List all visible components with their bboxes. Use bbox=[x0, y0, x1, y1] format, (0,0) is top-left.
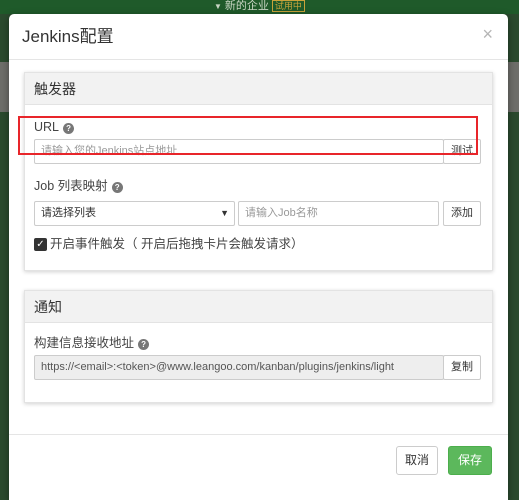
dropdown-caret-icon: ▼ bbox=[220, 208, 229, 218]
job-label-row: Job 列表映射? bbox=[34, 179, 123, 193]
build-url-label-row: 构建信息接收地址? bbox=[34, 336, 150, 350]
url-highlight-box bbox=[18, 116, 478, 155]
add-button[interactable]: 添加 bbox=[443, 201, 481, 226]
help-icon[interactable]: ? bbox=[111, 182, 123, 193]
trigger-panel-heading: 触发器 bbox=[25, 73, 492, 105]
footer-divider bbox=[9, 434, 508, 435]
enterprise-switcher: ▼ 新的企业 试用中 bbox=[214, 0, 305, 13]
save-button[interactable]: 保存 bbox=[448, 446, 492, 475]
copy-button[interactable]: 复制 bbox=[443, 355, 481, 380]
cancel-button[interactable]: 取消 bbox=[396, 446, 438, 475]
trial-badge: 试用中 bbox=[271, 0, 305, 12]
background-top-bar: ▼ 新的企业 试用中 bbox=[0, 0, 519, 14]
caret-down-icon: ▼ bbox=[214, 2, 222, 11]
build-url-label: 构建信息接收地址 bbox=[34, 336, 135, 350]
build-url-field[interactable]: https://<email>:<token>@www.leangoo.com/… bbox=[34, 355, 444, 380]
event-trigger-label: 开启事件触发（ 开启后拖拽卡片会触发请求） bbox=[50, 237, 304, 251]
notify-panel-heading: 通知 bbox=[25, 291, 492, 323]
event-trigger-checkbox[interactable]: ✓ bbox=[34, 238, 47, 251]
list-select-value: 请选择列表 bbox=[41, 207, 96, 219]
jenkins-config-modal: Jenkins配置 × 触发器 URL? 请输入您的Jenkins站点地址 测试… bbox=[9, 14, 508, 500]
notify-panel: 通知 构建信息接收地址? https://<email>:<token>@www… bbox=[24, 290, 493, 403]
trigger-panel: 触发器 URL? 请输入您的Jenkins站点地址 测试 Job 列表映射? 请… bbox=[24, 72, 493, 271]
job-name-input[interactable]: 请输入Job名称 bbox=[238, 201, 439, 226]
job-mapping-label: Job 列表映射 bbox=[34, 179, 108, 193]
help-icon[interactable]: ? bbox=[138, 339, 150, 350]
list-select[interactable]: 请选择列表 ▼ bbox=[34, 201, 235, 226]
enterprise-name: 新的企业 bbox=[224, 0, 269, 12]
close-icon[interactable]: × bbox=[482, 24, 493, 44]
modal-header: Jenkins配置 × bbox=[9, 14, 508, 60]
modal-title: Jenkins配置 bbox=[22, 27, 114, 46]
